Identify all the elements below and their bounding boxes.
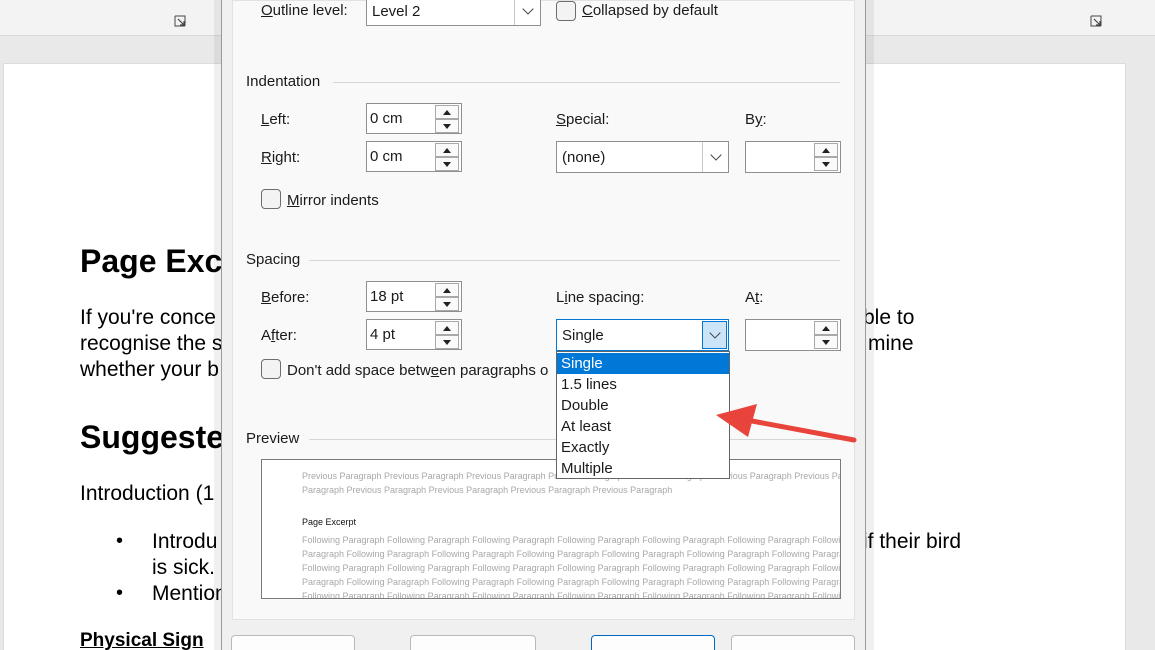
indent-left-label: Left: xyxy=(261,111,291,128)
spin-down-icon[interactable] xyxy=(814,157,838,171)
indent-right-spin xyxy=(435,143,459,171)
spin-up-icon[interactable] xyxy=(435,143,459,157)
outline-level-combo[interactable]: Level 2 xyxy=(366,0,541,26)
collapsed-by-default-label: Collapsed by default xyxy=(582,2,718,19)
chevron-down-icon[interactable] xyxy=(702,142,728,172)
line-spacing-label: Line spacing: xyxy=(556,289,645,306)
line-spacing-dropdown-list: Single 1.5 lines Double At least Exactly… xyxy=(556,351,730,479)
special-label: Special: xyxy=(556,111,610,128)
spin-up-icon[interactable] xyxy=(435,105,459,119)
by-spin xyxy=(814,143,838,171)
document-heading: Suggeste xyxy=(80,419,225,455)
by-spinbox[interactable] xyxy=(745,141,841,173)
collapsed-by-default-checkbox[interactable] xyxy=(556,1,576,21)
preview-following-line: Paragraph Following Paragraph Following … xyxy=(302,549,841,559)
at-spinbox[interactable] xyxy=(745,319,841,351)
spacing-before-value: 18 pt xyxy=(370,288,404,305)
line-spacing-value: Single xyxy=(562,327,604,344)
spin-down-icon[interactable] xyxy=(435,297,459,311)
document-heading: Page Exc xyxy=(80,243,223,279)
spacing-group-title: Spacing xyxy=(246,251,301,268)
spin-up-icon[interactable] xyxy=(814,143,838,157)
at-spin xyxy=(814,321,838,349)
line-spacing-option[interactable]: Multiple xyxy=(557,458,729,479)
spin-down-icon[interactable] xyxy=(435,119,459,133)
dialog-launcher-icon[interactable] xyxy=(174,15,186,27)
spacing-after-value: 4 pt xyxy=(370,326,396,343)
spacing-before-spin xyxy=(435,283,459,311)
spacing-before-spinbox[interactable]: 18 pt xyxy=(366,281,462,312)
mirror-indents-label: Mirror indents xyxy=(287,192,379,209)
bullet-dot: • xyxy=(116,582,124,604)
spin-up-icon[interactable] xyxy=(435,283,459,297)
document-paragraph-line: whether your b xyxy=(80,358,219,381)
dont-add-space-checkbox[interactable] xyxy=(261,359,281,379)
dialog-launcher-icon[interactable] xyxy=(1090,15,1102,27)
indent-right-label: Right: xyxy=(261,149,301,166)
spacing-divider xyxy=(309,260,840,261)
spacing-after-label: After: xyxy=(261,327,297,344)
line-spacing-option[interactable]: Double xyxy=(557,395,729,416)
document-paragraph-line: If you're conce xyxy=(80,306,216,329)
document-paragraph-line: mine xyxy=(868,332,914,355)
outline-level-label: Outline level: xyxy=(261,2,348,19)
preview-group-title: Preview xyxy=(246,430,300,447)
line-spacing-option[interactable]: Exactly xyxy=(557,437,729,458)
bullet-dot: • xyxy=(116,530,124,552)
chevron-down-icon[interactable] xyxy=(514,0,540,25)
mirror-indents-checkbox[interactable] xyxy=(261,189,281,209)
bullet-item: is sick. xyxy=(152,556,215,579)
line-spacing-option[interactable]: At least xyxy=(557,416,729,437)
preview-sample-text: Page Excerpt xyxy=(302,517,357,527)
document-paragraph-line: Introduction (1 xyxy=(80,482,215,505)
document-subheading: Physical Sign xyxy=(80,630,204,650)
preview-following-line: Following Paragraph Following Paragraph … xyxy=(302,563,841,573)
indent-left-spinbox[interactable]: 0 cm xyxy=(366,103,462,134)
line-spacing-combo[interactable]: Single xyxy=(556,319,729,351)
indent-left-value: 0 cm xyxy=(370,110,403,127)
bullet-item: Introdu xyxy=(152,530,218,553)
bullet-item: if their bird xyxy=(863,530,962,553)
indent-left-spin xyxy=(435,105,459,133)
dont-add-space-label: Don't add space between paragraphs o xyxy=(287,362,549,379)
paragraph-preview: Previous Paragraph Previous Paragraph Pr… xyxy=(261,459,841,599)
preview-following-line: Paragraph Following Paragraph Following … xyxy=(302,577,841,587)
cancel-button[interactable] xyxy=(731,635,855,650)
indent-right-spinbox[interactable]: 0 cm xyxy=(366,141,462,172)
ok-button[interactable] xyxy=(591,635,715,650)
spin-down-icon[interactable] xyxy=(814,335,838,349)
spacing-before-label: Before: xyxy=(261,289,310,306)
spacing-after-spin xyxy=(435,321,459,349)
spin-down-icon[interactable] xyxy=(435,157,459,171)
spin-up-icon[interactable] xyxy=(435,321,459,335)
spin-up-icon[interactable] xyxy=(814,321,838,335)
special-combo[interactable]: (none) xyxy=(556,141,729,173)
at-label: At: xyxy=(745,289,764,306)
spacing-after-spinbox[interactable]: 4 pt xyxy=(366,319,462,350)
preview-following-line: Following Paragraph Following Paragraph … xyxy=(302,535,841,545)
line-spacing-option[interactable]: Single xyxy=(557,353,729,374)
spin-down-icon[interactable] xyxy=(435,335,459,349)
outline-level-value: Level 2 xyxy=(372,3,421,20)
indentation-group-title: Indentation xyxy=(246,73,321,90)
indentation-divider xyxy=(333,82,840,83)
by-label: By: xyxy=(745,111,767,128)
special-value: (none) xyxy=(562,149,606,166)
indent-right-value: 0 cm xyxy=(370,148,403,165)
chevron-down-icon[interactable] xyxy=(702,321,727,349)
document-paragraph-line: recognise the s xyxy=(80,332,223,355)
set-as-default-button[interactable] xyxy=(410,635,536,650)
line-spacing-option[interactable]: 1.5 lines xyxy=(557,374,729,395)
tabs-button[interactable] xyxy=(231,635,355,650)
preview-previous-line: Paragraph Previous Paragraph Previous Pa… xyxy=(302,485,673,495)
preview-following-line: Following Paragraph Following Paragraph … xyxy=(302,591,841,599)
